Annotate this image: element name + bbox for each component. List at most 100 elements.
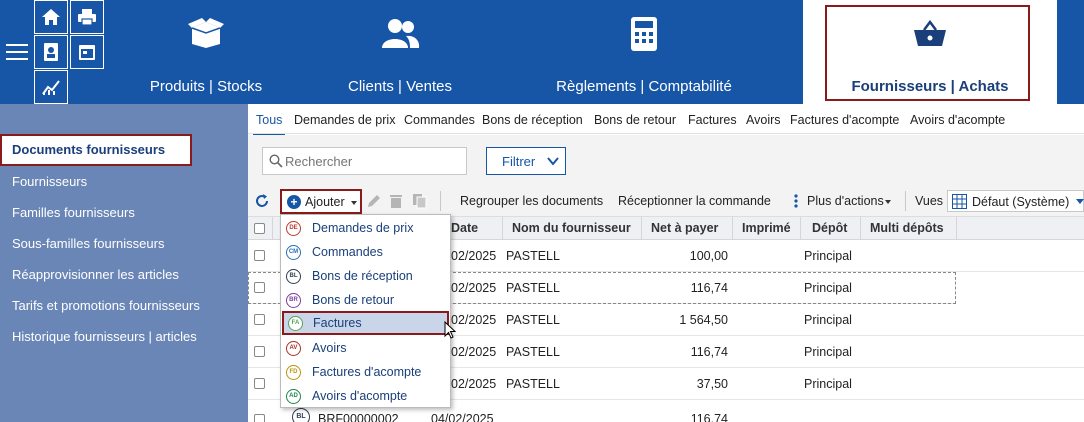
- module-reglements-comptabilite[interactable]: Règlements | Comptabilité: [494, 0, 794, 104]
- row-checkbox[interactable]: [254, 414, 265, 422]
- sidebar-item-documents-fournisseurs[interactable]: Documents fournisseurs: [0, 134, 192, 166]
- column-divider: [860, 217, 861, 240]
- tab-factures-acompte[interactable]: Factures d'acompte: [790, 113, 899, 127]
- tab-avoirs-acompte[interactable]: Avoirs d'acompte: [910, 113, 1005, 127]
- column-divider: [641, 217, 642, 240]
- menu-icon[interactable]: [0, 0, 34, 104]
- sidebar-item-fournisseurs[interactable]: Fournisseurs: [0, 170, 248, 194]
- duplicate-icon[interactable]: [412, 193, 428, 212]
- doc-badge-icon: BR: [286, 293, 301, 308]
- tab-tous[interactable]: Tous: [252, 113, 286, 136]
- column-header-multi-depots[interactable]: Multi dépôts: [870, 221, 944, 235]
- menu-item-label: Factures d'acompte: [312, 365, 422, 379]
- contacts-icon[interactable]: [34, 35, 68, 69]
- row-checkbox[interactable]: [254, 314, 265, 325]
- sidebar-item-familles-fournisseurs[interactable]: Familles fournisseurs: [0, 201, 248, 225]
- views-label: Vues: [915, 194, 944, 208]
- menu-item-avoirs[interactable]: AV Avoirs: [281, 336, 450, 360]
- column-header-date[interactable]: Date: [451, 221, 478, 235]
- cell-depot: Principal: [804, 377, 852, 391]
- sidebar-item-sous-familles-fournisseurs[interactable]: Sous-familles fournisseurs: [0, 232, 248, 256]
- views-select[interactable]: Défaut (Système): [947, 190, 1084, 212]
- tab-factures[interactable]: Factures: [688, 113, 737, 127]
- calendar-icon[interactable]: [70, 35, 104, 69]
- report-chart-icon[interactable]: [34, 70, 68, 104]
- delete-icon[interactable]: [389, 193, 403, 212]
- column-divider: [956, 217, 957, 240]
- menu-item-label: Avoirs d'acompte: [312, 389, 408, 403]
- cell-date: 02/2025: [451, 249, 497, 263]
- module-fournisseurs-achats[interactable]: Fournisseurs | Achats: [803, 0, 1057, 104]
- menu-item-bons-de-retour[interactable]: BR Bons de retour: [281, 288, 450, 312]
- column-divider: [272, 217, 273, 240]
- column-header-net[interactable]: Net à payer: [651, 221, 718, 235]
- cell-net: 37,50: [696, 377, 728, 391]
- toolbar-divider: [905, 191, 906, 211]
- filter-button[interactable]: Filtrer: [486, 147, 566, 175]
- cell-date: 02/2025: [451, 345, 497, 359]
- print-icon[interactable]: [70, 0, 104, 34]
- menu-item-label: Commandes: [312, 245, 383, 259]
- edit-icon[interactable]: [366, 193, 382, 212]
- cell-net: 116,74: [690, 345, 728, 359]
- chevron-down-icon: [1076, 199, 1084, 204]
- cell-supplier: PASTELL: [506, 377, 560, 391]
- tab-bons-de-reception[interactable]: Bons de réception: [482, 113, 583, 127]
- sidebar-item-reapprovisionner[interactable]: Réapprovisionner les articles: [0, 263, 248, 287]
- cell-supplier: PASTELL: [506, 345, 560, 359]
- module-label: Clients | Ventes: [348, 78, 452, 95]
- cell-supplier: PASTELL: [506, 313, 560, 327]
- row-checkbox[interactable]: [254, 346, 265, 357]
- tab-bons-de-retour[interactable]: Bons de retour: [594, 113, 676, 127]
- module-label: Fournisseurs | Achats: [851, 78, 1009, 95]
- column-header-printed[interactable]: Imprimé: [742, 221, 791, 235]
- sidebar-item-tarifs-promotions[interactable]: Tarifs et promotions fournisseurs: [0, 294, 248, 318]
- more-actions-button[interactable]: Plus d'actions: [807, 194, 884, 208]
- column-header-supplier[interactable]: Nom du fournisseur: [512, 221, 631, 235]
- box-icon: [186, 16, 226, 54]
- users-icon: [380, 16, 420, 54]
- cell-net: 100,00: [689, 249, 728, 263]
- module-label: Produits | Stocks: [149, 78, 263, 95]
- search-input[interactable]: [285, 152, 460, 170]
- row-checkbox[interactable]: [254, 250, 265, 261]
- tab-demandes-de-prix[interactable]: Demandes de prix: [294, 113, 395, 127]
- menu-item-factures-acompte[interactable]: FD Factures d'acompte: [281, 360, 450, 384]
- refresh-icon[interactable]: [254, 193, 270, 212]
- add-button[interactable]: + Ajouter: [280, 189, 362, 214]
- menu-item-demandes-de-prix[interactable]: DE Demandes de prix: [281, 216, 450, 240]
- select-all-checkbox[interactable]: [254, 223, 265, 234]
- module-clients-ventes[interactable]: Clients | Ventes: [306, 0, 494, 104]
- cell-date: 02/2025: [451, 281, 497, 295]
- search-box[interactable]: [262, 147, 467, 175]
- search-icon: [269, 154, 283, 171]
- cell-date: 02/2025: [451, 313, 497, 327]
- row-checkbox[interactable]: [254, 378, 265, 389]
- row-checkbox[interactable]: [254, 282, 265, 293]
- doc-badge-icon: AV: [286, 341, 301, 356]
- home-icon[interactable]: [34, 0, 68, 34]
- calculator-icon: [630, 16, 658, 56]
- toolbar-divider: [440, 191, 441, 211]
- cell-date: 02/2025: [451, 377, 497, 391]
- menu-item-factures[interactable]: FA Factures: [282, 311, 456, 339]
- menu-item-label: Bons de réception: [312, 269, 413, 283]
- cell-depot: Principal: [804, 281, 852, 295]
- menu-item-label: Factures: [313, 316, 362, 330]
- cell-net: 116,74: [690, 412, 728, 422]
- sidebar-item-historique[interactable]: Historique fournisseurs | articles: [0, 325, 248, 349]
- module-produits-stocks[interactable]: Produits | Stocks: [106, 0, 306, 104]
- menu-item-avoirs-acompte[interactable]: AD Avoirs d'acompte: [281, 384, 450, 408]
- tab-commandes[interactable]: Commandes: [404, 113, 475, 127]
- add-label: Ajouter: [305, 195, 345, 209]
- group-documents-button[interactable]: Regrouper les documents: [460, 194, 603, 208]
- sidebar: Documents fournisseurs Fournisseurs Fami…: [0, 104, 248, 422]
- menu-item-bons-de-reception[interactable]: BL Bons de réception: [281, 264, 450, 288]
- menu-item-commandes[interactable]: CM Commandes: [281, 240, 450, 264]
- module-label: Règlements | Comptabilité: [556, 78, 732, 95]
- tab-avoirs[interactable]: Avoirs: [746, 113, 781, 127]
- column-header-depot[interactable]: Dépôt: [812, 221, 847, 235]
- menu-item-label: Avoirs: [312, 341, 347, 355]
- plus-icon: +: [287, 195, 301, 209]
- receive-order-button[interactable]: Réceptionner la commande: [618, 194, 771, 208]
